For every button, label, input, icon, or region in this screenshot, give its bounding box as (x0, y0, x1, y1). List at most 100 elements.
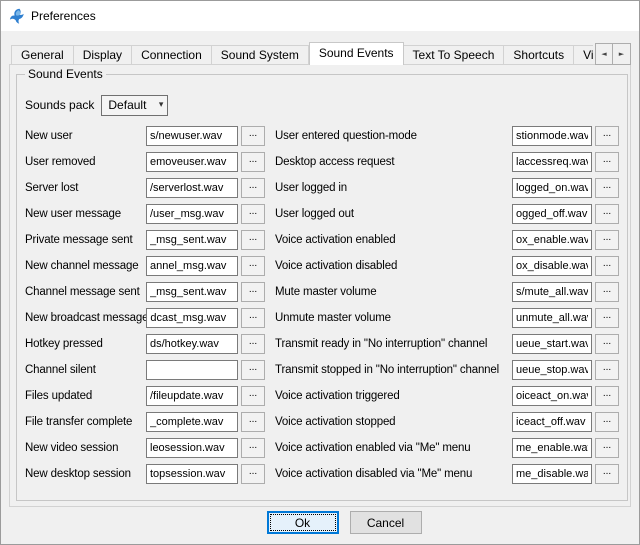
tab-general[interactable]: General (11, 45, 74, 65)
tab-connection[interactable]: Connection (132, 45, 212, 65)
tab-sound-system[interactable]: Sound System (212, 45, 309, 65)
sound-file-input[interactable] (146, 412, 238, 432)
tab-shortcuts[interactable]: Shortcuts (504, 45, 574, 65)
browse-button[interactable]: ... (595, 178, 619, 198)
browse-button[interactable]: ... (595, 126, 619, 146)
browse-button[interactable]: ... (241, 152, 265, 172)
tab-page-sound-events: Sound Events Sounds pack Default ▾ New u… (9, 64, 631, 507)
browse-button[interactable]: ... (595, 334, 619, 354)
cancel-button[interactable]: Cancel (350, 511, 422, 534)
tab-display[interactable]: Display (74, 45, 132, 65)
sound-event-label: Hotkey pressed (25, 338, 146, 350)
sound-event-label: Files updated (25, 390, 146, 402)
browse-button[interactable]: ... (241, 126, 265, 146)
sound-file-input[interactable] (512, 282, 592, 302)
browse-button[interactable]: ... (241, 412, 265, 432)
tab-scroll-right-button[interactable]: ► (613, 43, 631, 65)
sound-file-input[interactable] (146, 204, 238, 224)
sound-file-input[interactable] (146, 308, 238, 328)
sound-event-row: New user... (25, 123, 265, 149)
sound-file-input[interactable] (512, 152, 592, 172)
sound-event-label: User entered question-mode (275, 130, 512, 142)
sounds-pack-combobox[interactable]: Default ▾ (101, 95, 168, 116)
sound-event-label: User logged in (275, 182, 512, 194)
sound-event-row: Hotkey pressed... (25, 331, 265, 357)
sound-file-input[interactable] (512, 334, 592, 354)
sound-event-label: Mute master volume (275, 286, 512, 298)
browse-button[interactable]: ... (595, 360, 619, 380)
browse-button[interactable]: ... (595, 204, 619, 224)
sound-event-row: Server lost... (25, 175, 265, 201)
browse-button[interactable]: ... (241, 360, 265, 380)
sound-file-input[interactable] (146, 360, 238, 380)
sound-event-label: Voice activation stopped (275, 416, 512, 428)
browse-button[interactable]: ... (241, 438, 265, 458)
sound-file-input[interactable] (146, 438, 238, 458)
browse-button[interactable]: ... (595, 386, 619, 406)
browse-button[interactable]: ... (595, 230, 619, 250)
sound-file-input[interactable] (512, 308, 592, 328)
sound-event-label: Private message sent (25, 234, 146, 246)
sound-file-input[interactable] (146, 256, 238, 276)
sound-file-input[interactable] (146, 334, 238, 354)
browse-button[interactable]: ... (241, 308, 265, 328)
sound-file-input[interactable] (512, 360, 592, 380)
browse-button[interactable]: ... (595, 152, 619, 172)
sounds-pack-value: Default (108, 98, 146, 112)
sound-file-input[interactable] (146, 282, 238, 302)
browse-button[interactable]: ... (241, 178, 265, 198)
preferences-window: Preferences GeneralDisplayConnectionSoun… (0, 0, 640, 545)
browse-button[interactable]: ... (595, 308, 619, 328)
browse-button[interactable]: ... (595, 282, 619, 302)
sound-event-row: Voice activation triggered... (275, 383, 619, 409)
sound-event-row: User logged in... (275, 175, 619, 201)
sound-event-row: Transmit ready in "No interruption" chan… (275, 331, 619, 357)
sound-event-label: User logged out (275, 208, 512, 220)
sound-file-input[interactable] (146, 230, 238, 250)
window-title: Preferences (31, 9, 96, 23)
browse-button[interactable]: ... (241, 334, 265, 354)
browse-button[interactable]: ... (595, 464, 619, 484)
sound-file-input[interactable] (512, 386, 592, 406)
sound-file-input[interactable] (512, 178, 592, 198)
sound-event-label: New desktop session (25, 468, 146, 480)
browse-button[interactable]: ... (241, 464, 265, 484)
sound-file-input[interactable] (146, 178, 238, 198)
tab-sound-events[interactable]: Sound Events (309, 42, 404, 65)
sound-event-row: Transmit stopped in "No interruption" ch… (275, 357, 619, 383)
sound-file-input[interactable] (512, 256, 592, 276)
sound-file-input[interactable] (512, 126, 592, 146)
sound-event-label: File transfer complete (25, 416, 146, 428)
sound-file-input[interactable] (512, 230, 592, 250)
browse-button[interactable]: ... (241, 230, 265, 250)
sound-file-input[interactable] (146, 152, 238, 172)
dialog-footer: Ok Cancel (1, 511, 639, 534)
browse-button[interactable]: ... (241, 282, 265, 302)
sound-events-group: Sound Events Sounds pack Default ▾ New u… (16, 67, 628, 501)
sound-event-label: Unmute master volume (275, 312, 512, 324)
sound-file-input[interactable] (512, 412, 592, 432)
tab-scroll-left-button[interactable]: ◄ (595, 43, 613, 65)
browse-button[interactable]: ... (241, 204, 265, 224)
browse-button[interactable]: ... (595, 412, 619, 432)
tab-video[interactable]: Video (574, 45, 593, 65)
browse-button[interactable]: ... (241, 256, 265, 276)
sound-file-input[interactable] (512, 204, 592, 224)
sound-event-row: New channel message... (25, 253, 265, 279)
sound-file-input[interactable] (146, 386, 238, 406)
sound-event-label: Server lost (25, 182, 146, 194)
browse-button[interactable]: ... (241, 386, 265, 406)
sound-event-row: Voice activation enabled via "Me" menu..… (275, 435, 619, 461)
ok-button[interactable]: Ok (267, 511, 339, 534)
title-bar: Preferences (1, 1, 639, 31)
sound-file-input[interactable] (146, 126, 238, 146)
sound-file-input[interactable] (146, 464, 238, 484)
browse-button[interactable]: ... (595, 256, 619, 276)
sound-event-row: New user message... (25, 201, 265, 227)
sound-file-input[interactable] (512, 464, 592, 484)
sound-event-row: User logged out... (275, 201, 619, 227)
sound-file-input[interactable] (512, 438, 592, 458)
sound-event-label: Desktop access request (275, 156, 512, 168)
browse-button[interactable]: ... (595, 438, 619, 458)
tab-text-to-speech[interactable]: Text To Speech (404, 45, 505, 65)
